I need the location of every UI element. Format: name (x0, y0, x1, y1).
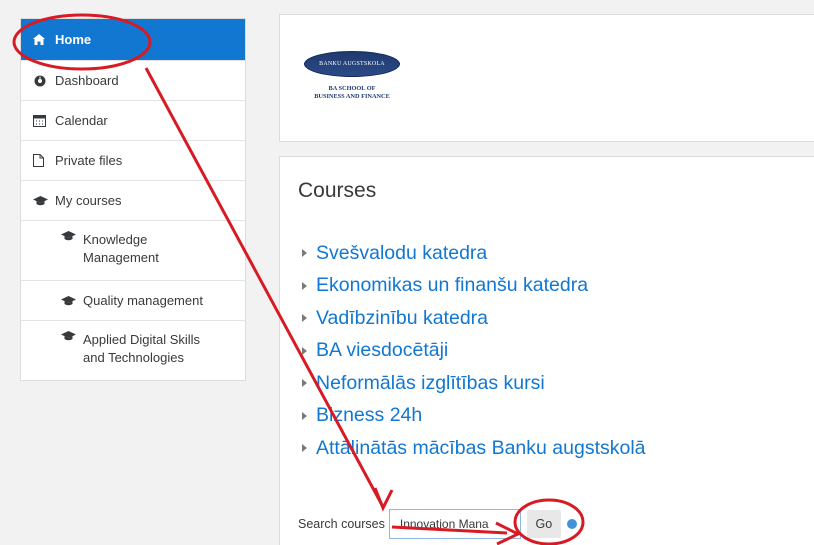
courses-heading: Courses (298, 179, 377, 202)
expand-triangle-icon (302, 379, 307, 388)
calendar-icon (33, 114, 55, 127)
courses-panel: Courses Svešvalodu katedra Ekonomikas un… (279, 156, 814, 545)
graduation-cap-icon (61, 295, 83, 306)
nav-private-files[interactable]: Private files (21, 140, 245, 180)
nav-home[interactable]: Home (21, 19, 245, 60)
school-logo[interactable]: BANKU AUGSTSKOLA BA SCHOOL OF BUSINESS A… (298, 51, 406, 101)
logo-panel: BANKU AUGSTSKOLA BA SCHOOL OF BUSINESS A… (279, 14, 814, 142)
nav-course-applied-digital-skills[interactable]: Applied Digital Skills and Technologies (21, 320, 245, 380)
nav-my-courses[interactable]: My courses (21, 180, 245, 220)
logo-caption: BA SCHOOL OF BUSINESS AND FINANCE (298, 85, 406, 101)
expand-triangle-icon (302, 444, 307, 453)
course-search-form: Search courses Go (298, 509, 577, 539)
nav-course-applied-digital-skills-label: Applied Digital Skills and Technologies (83, 332, 201, 365)
expand-triangle-icon (302, 411, 307, 420)
nav-dashboard[interactable]: Dashboard (21, 60, 245, 100)
nav-dashboard-label: Dashboard (55, 73, 119, 88)
file-icon (33, 154, 55, 167)
course-category-label: Vadībzinību katedra (316, 306, 489, 329)
search-courses-label: Search courses (298, 517, 385, 531)
expand-triangle-icon (302, 249, 307, 258)
expand-triangle-icon (302, 281, 307, 290)
expand-triangle-icon (302, 314, 307, 323)
expand-triangle-icon (302, 346, 307, 355)
logo-emblem: BANKU AUGSTSKOLA (304, 51, 400, 77)
nav-my-courses-label: My courses (55, 193, 122, 208)
course-category-list: Svešvalodu katedra Ekonomikas un finanšu… (302, 237, 646, 465)
search-courses-input[interactable] (388, 509, 521, 539)
course-category-label: BA viesdocētāji (316, 339, 449, 362)
course-category-link[interactable]: Vadībzinību katedra (302, 302, 646, 335)
logo-line-1: BA SCHOOL OF (328, 85, 376, 92)
nav-private-files-label: Private files (55, 153, 123, 168)
dashboard-icon (33, 75, 55, 87)
course-category-label: Neformālās izglītības kursi (316, 371, 545, 394)
left-navigation: Home Dashboard Calendar Private files My… (20, 18, 246, 381)
nav-calendar[interactable]: Calendar (21, 100, 245, 140)
nav-course-quality-management-label: Quality management (83, 293, 203, 308)
course-category-label: Ekonomikas un finanšu katedra (316, 274, 589, 297)
course-category-link[interactable]: BA viesdocētāji (302, 335, 646, 368)
home-icon (33, 34, 55, 45)
logo-line-2: BUSINESS AND FINANCE (314, 93, 390, 100)
nav-home-label: Home (55, 32, 92, 47)
course-category-link[interactable]: Svešvalodu katedra (302, 237, 646, 270)
nav-course-quality-management[interactable]: Quality management (21, 280, 245, 320)
go-button[interactable]: Go (526, 510, 561, 538)
nav-course-knowledge-management-label: Knowledge Management (83, 232, 159, 265)
course-category-label: Attālinātās mācības Banku augstskolā (316, 436, 646, 459)
help-icon[interactable] (566, 519, 577, 529)
course-category-link[interactable]: Neformālās izglītības kursi (302, 367, 646, 400)
nav-course-knowledge-management[interactable]: Knowledge Management (21, 220, 245, 280)
graduation-cap-icon (61, 331, 83, 341)
course-category-link[interactable]: Attālinātās mācības Banku augstskolā (302, 432, 646, 465)
course-category-label: Svešvalodu katedra (316, 241, 488, 264)
graduation-cap-icon (33, 195, 55, 206)
nav-calendar-label: Calendar (55, 113, 108, 128)
graduation-cap-icon (61, 231, 83, 241)
course-category-link[interactable]: Ekonomikas un finanšu katedra (302, 270, 646, 303)
course-category-label: Bizness 24h (316, 404, 423, 427)
course-category-link[interactable]: Bizness 24h (302, 400, 646, 433)
